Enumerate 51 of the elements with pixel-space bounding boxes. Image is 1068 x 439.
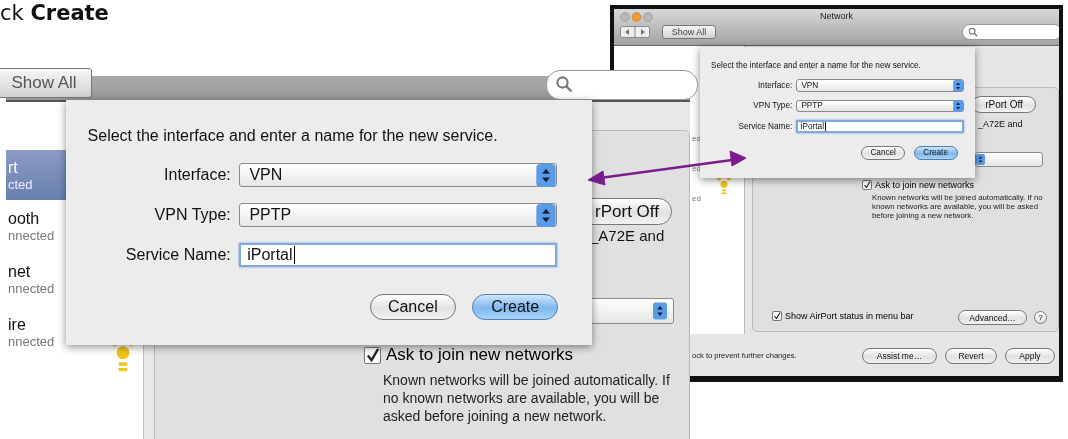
network-text: _A72E and: [978, 119, 1023, 129]
window-controls-icon: [620, 12, 653, 22]
stepper-icon: [536, 163, 557, 187]
stepper-icon: [536, 203, 557, 227]
stepper-icon: [953, 100, 964, 112]
popup-menu[interactable]: VPN: [238, 163, 558, 188]
help-text: Known networks will be joined automatically. If no known networks are available, you will be asked before joining a new network.: [383, 371, 671, 425]
checkbox-label: Ask to join new networks: [875, 180, 975, 190]
field-label: Interface:: [757, 81, 793, 90]
advanced-button[interactable]: Advanced…: [958, 310, 1027, 325]
text-field[interactable]: iPortal: [795, 120, 965, 133]
airport-off-button[interactable]: rPort Off: [972, 96, 1036, 113]
field-label: Service Name:: [124, 246, 231, 265]
checkbox-label: Show AirPort status in menu bar: [785, 311, 914, 321]
dialog-button[interactable]: Cancel: [861, 146, 906, 160]
stepper-icon: [953, 79, 964, 92]
search-field[interactable]: [962, 24, 1059, 40]
popup-menu[interactable]: [975, 152, 1043, 167]
stepper-icon: [653, 302, 667, 320]
dialog-button[interactable]: Apply: [1005, 348, 1055, 364]
checkbox[interactable]: [862, 180, 872, 190]
dialog-button[interactable]: Create: [472, 293, 559, 320]
search-field[interactable]: [546, 70, 698, 100]
checkbox[interactable]: [772, 311, 782, 321]
back-forward-icon: [620, 26, 650, 38]
popup-menu[interactable]: PPTP: [238, 203, 558, 228]
network-text: _A72E and: [590, 227, 665, 244]
checkbox-label: Ask to join new networks: [386, 345, 574, 365]
show-all-button[interactable]: Show All: [0, 68, 92, 98]
stepper-icon: [976, 154, 985, 165]
sidebar-item-status: ed: [692, 194, 701, 203]
window-title: Network: [819, 11, 854, 21]
dialog-prompt: Select the interface and enter a name for the new service.: [87, 126, 499, 147]
show-all-button[interactable]: Show All: [662, 25, 716, 39]
dialog-button[interactable]: Cancel: [369, 293, 456, 320]
popup-menu[interactable]: PPTP: [795, 99, 965, 113]
dialog-prompt: Select the interface and enter a name for the new service.: [711, 60, 922, 72]
field-label: Interface:: [163, 166, 231, 185]
search-icon: [555, 75, 573, 93]
dialog-button[interactable]: Revert: [945, 348, 997, 364]
field-label: VPN Type:: [153, 206, 231, 225]
field-label: VPN Type:: [752, 101, 793, 111]
popup-menu[interactable]: VPN: [795, 79, 965, 92]
sidebar-item-status: ed: [692, 134, 701, 143]
text-field[interactable]: iPortal: [238, 243, 558, 268]
dialog-button[interactable]: Assist me…: [862, 348, 937, 364]
instruction-text: ck Create: [0, 0, 109, 26]
field-label: Service Name:: [737, 121, 793, 131]
sidebar-item-status: ed: [692, 164, 701, 173]
search-icon: [968, 27, 978, 37]
dialog-button[interactable]: Create: [913, 146, 958, 160]
